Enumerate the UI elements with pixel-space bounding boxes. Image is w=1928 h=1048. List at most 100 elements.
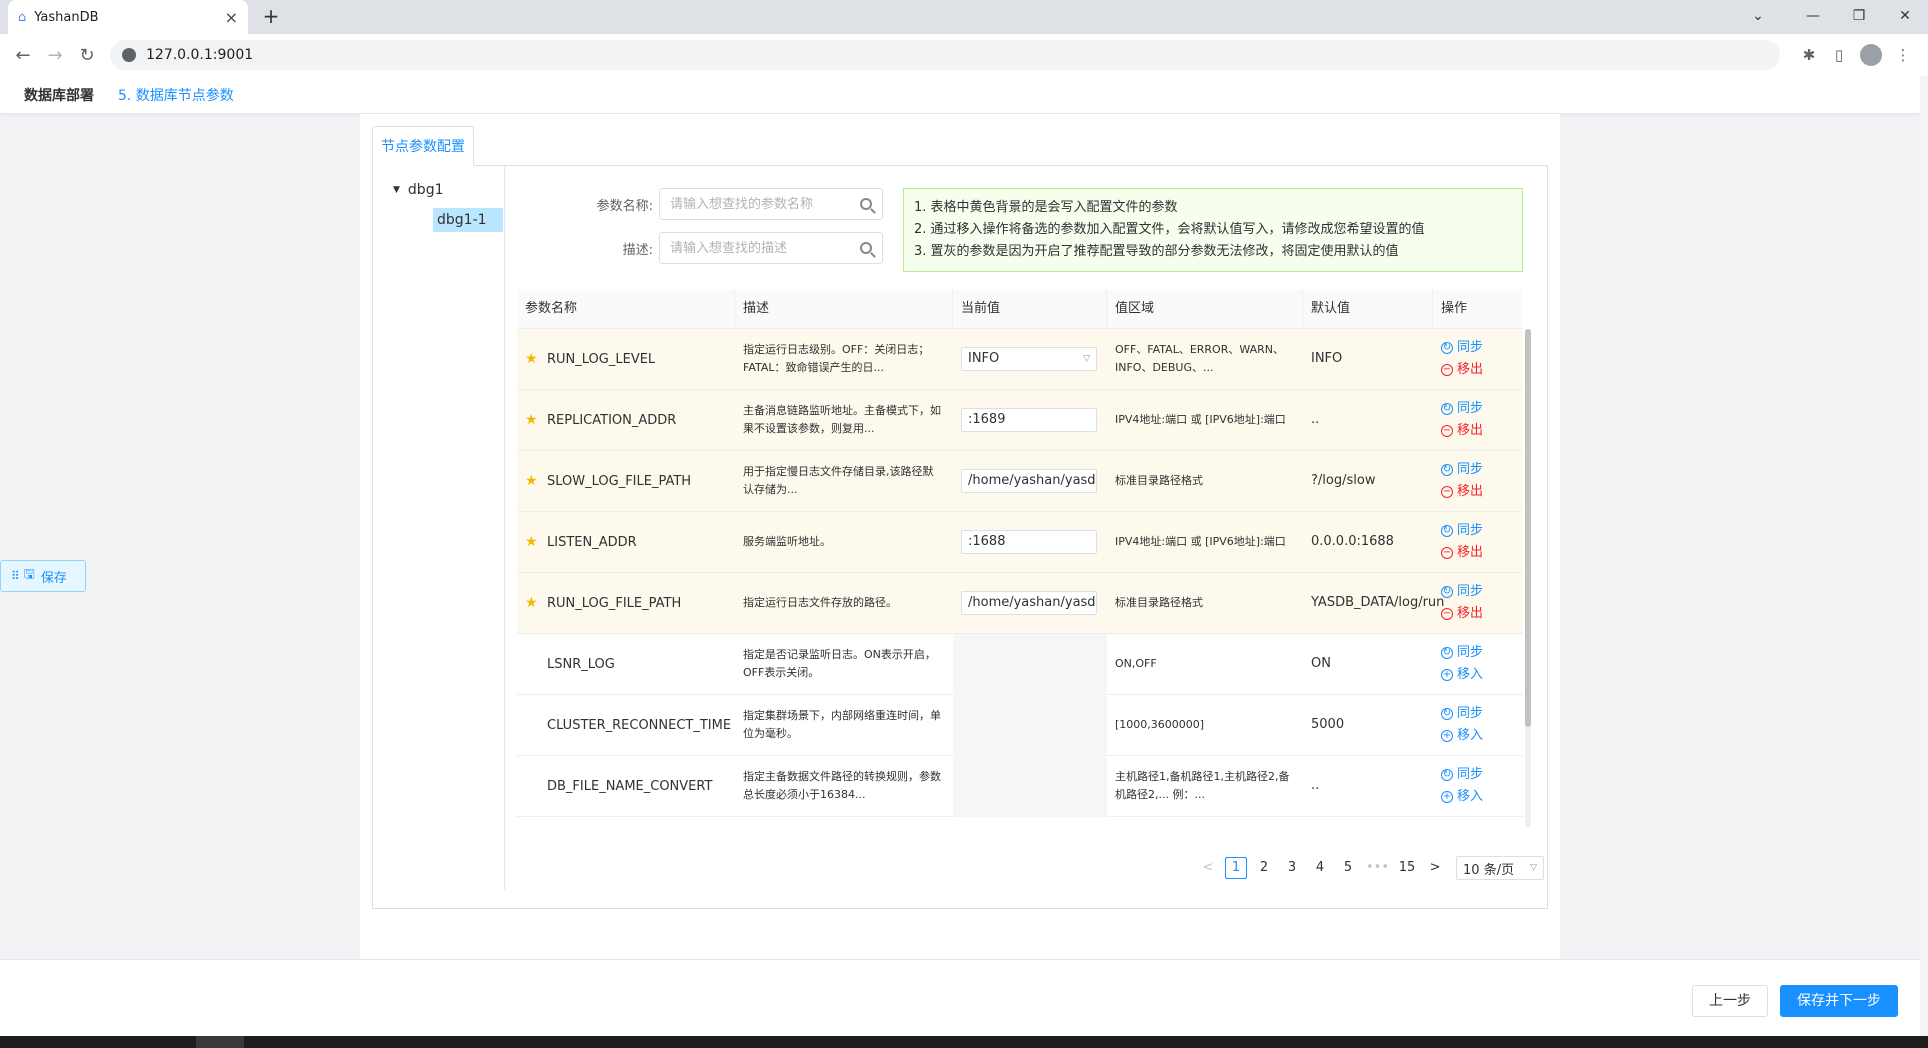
add-action[interactable]: + 移入 xyxy=(1441,787,1483,807)
drag-handle-icon[interactable]: ⠿ xyxy=(11,569,20,583)
param-default: 5000 xyxy=(1311,717,1345,732)
forward-button[interactable]: → xyxy=(42,45,68,66)
notice-line: 1. 表格中黄色背景的是会写入配置文件的参数 xyxy=(914,200,1178,215)
col-header-ops: 操作 xyxy=(1441,300,1468,316)
profile-avatar[interactable] xyxy=(1860,44,1882,66)
sync-action[interactable]: ↻ 同步 xyxy=(1441,399,1483,419)
page-2[interactable]: 2 xyxy=(1253,857,1275,879)
current-value: /home/yashan/yasdb xyxy=(968,473,1097,488)
tree-node-child[interactable]: dbg1-1 xyxy=(433,208,503,232)
current-value-select[interactable]: INFO ▽ xyxy=(961,347,1097,371)
restore-icon[interactable]: ❐ xyxy=(1836,0,1882,34)
new-tab-button[interactable]: + xyxy=(258,4,284,30)
remove-action[interactable]: − 移出 xyxy=(1441,543,1483,563)
sync-action[interactable]: ↻ 同步 xyxy=(1441,521,1483,541)
current-value-input[interactable]: :1689 xyxy=(961,408,1097,432)
float-save-button[interactable]: ⠿ 🖫 保存 xyxy=(0,560,86,592)
plus-circle-icon: + xyxy=(1441,791,1453,803)
cell-param-name: ★ RUN_LOG_FILE_PATH xyxy=(517,573,735,634)
cell-param-name: ★ REPLICATION_ADDR xyxy=(517,390,735,451)
add-label: 移入 xyxy=(1457,667,1484,682)
site-info-icon[interactable] xyxy=(122,48,136,62)
sync-action[interactable]: ↻ 同步 xyxy=(1441,338,1483,358)
remove-action[interactable]: − 移出 xyxy=(1441,604,1483,624)
table-row: ★ RUN_LOG_FILE_PATH 指定运行日志文件存放的路径。 /home/ya… xyxy=(517,573,1523,634)
taskbar-item[interactable] xyxy=(196,1036,244,1048)
sync-action[interactable]: ↻ 同步 xyxy=(1441,582,1483,602)
param-name-search[interactable] xyxy=(659,188,883,220)
desc-input[interactable] xyxy=(670,240,850,256)
current-step[interactable]: 5. 数据库节点参数 xyxy=(118,85,234,105)
sync-action[interactable]: ↻ 同步 xyxy=(1441,460,1483,480)
cell-ops: ↻ 同步 − 移出 xyxy=(1433,329,1523,390)
cell-range: OFF、FATAL、ERROR、WARN、INFO、DEBUG、... xyxy=(1107,329,1303,390)
sync-action[interactable]: ↻ 同步 xyxy=(1441,765,1483,785)
add-action[interactable]: + 移入 xyxy=(1441,726,1483,746)
minus-circle-icon: − xyxy=(1441,547,1453,559)
sync-action[interactable]: ↻ 同步 xyxy=(1441,643,1483,663)
prev-step-button[interactable]: 上一步 xyxy=(1692,985,1768,1017)
param-default: ?/log/slow xyxy=(1311,473,1376,488)
current-value-input[interactable]: :1688 xyxy=(961,530,1097,554)
remove-action[interactable]: − 移出 xyxy=(1441,421,1483,441)
menu-kebab-icon[interactable]: ⋮ xyxy=(1888,46,1918,64)
page-1[interactable]: 1 xyxy=(1225,857,1247,879)
back-button[interactable]: ← xyxy=(10,45,36,66)
table-body: ★ RUN_LOG_LEVEL 指定运行日志级别。OFF：关闭日志；FATAL：致命… xyxy=(517,329,1523,817)
tab-node-params[interactable]: 节点参数配置 xyxy=(372,126,474,166)
filter-name-label: 参数名称: xyxy=(596,198,653,214)
param-name: LSNR_LOG xyxy=(547,656,615,672)
page-ellipsis[interactable]: ••• xyxy=(1365,857,1390,879)
desc-search[interactable] xyxy=(659,232,883,264)
remove-action[interactable]: − 移出 xyxy=(1441,360,1483,380)
search-icon[interactable] xyxy=(860,198,872,210)
page-last[interactable]: 15 xyxy=(1396,857,1418,879)
remove-action[interactable]: − 移出 xyxy=(1441,482,1483,502)
add-action[interactable]: + 移入 xyxy=(1441,665,1483,685)
filters: 参数名称: 描述: xyxy=(533,188,933,276)
save-next-button[interactable]: 保存并下一步 xyxy=(1780,985,1898,1017)
next-page-button[interactable]: > xyxy=(1424,857,1446,879)
table-scrollbar[interactable] xyxy=(1525,329,1531,827)
sync-action[interactable]: ↻ 同步 xyxy=(1441,704,1483,724)
cell-ops: ↻ 同步 + 移入 xyxy=(1433,634,1523,695)
caret-down-icon[interactable]: ▼ xyxy=(393,178,400,202)
tree-node-root[interactable]: ▼ dbg1 xyxy=(373,178,504,202)
current-value-input[interactable]: /home/yashan/yasdb xyxy=(961,591,1097,615)
param-range: IPV4地址:端口 或 [IPV6地址]:端口 xyxy=(1115,413,1286,426)
param-range: IPV4地址:端口 或 [IPV6地址]:端口 xyxy=(1115,535,1286,548)
page-scrollbar[interactable] xyxy=(1920,76,1928,1036)
side-panel-icon[interactable]: ▯ xyxy=(1824,46,1854,64)
table-row: ★ SLOW_LOG_FILE_PATH 用于指定慢日志文件存储目录,该路径默认存储… xyxy=(517,451,1523,512)
cell-current xyxy=(953,694,1107,756)
pagination: < 1 2 3 4 5 ••• 15 > 10 条/页 ▽ xyxy=(1197,856,1545,880)
prev-page-button[interactable]: < xyxy=(1197,857,1219,879)
cell-param-name: ★ SLOW_LOG_FILE_PATH xyxy=(517,451,735,512)
tab-close-icon[interactable]: × xyxy=(225,8,238,27)
remove-label: 移出 xyxy=(1457,606,1484,621)
reload-button[interactable]: ↻ xyxy=(74,45,100,66)
page-4[interactable]: 4 xyxy=(1309,857,1331,879)
remove-label: 移出 xyxy=(1457,545,1484,560)
param-name-input[interactable] xyxy=(670,196,850,212)
cell-desc: 服务端监听地址。 xyxy=(735,512,953,573)
os-taskbar xyxy=(0,1036,1928,1048)
extensions-icon[interactable]: ✱ xyxy=(1794,46,1824,64)
search-icon[interactable] xyxy=(860,242,872,254)
current-value-input[interactable]: /home/yashan/yasdb xyxy=(961,469,1097,493)
page-5[interactable]: 5 xyxy=(1337,857,1359,879)
page-3[interactable]: 3 xyxy=(1281,857,1303,879)
close-window-icon[interactable]: ✕ xyxy=(1882,0,1928,34)
sync-icon: ↻ xyxy=(1441,769,1453,781)
tab-search-icon[interactable]: ⌄ xyxy=(1738,0,1778,34)
filter-desc-label: 描述: xyxy=(622,242,653,258)
browser-tab[interactable]: ⌂ YashanDB × xyxy=(8,0,248,34)
table-scrollbar-thumb[interactable] xyxy=(1525,329,1531,727)
page-size-select[interactable]: 10 条/页 ▽ xyxy=(1456,856,1545,880)
notice-line: 2. 通过移入操作将备选的参数加入配置文件，会将默认值写入，请修改成您希望设置的… xyxy=(914,222,1425,237)
minimize-icon[interactable]: — xyxy=(1790,0,1836,34)
sync-label: 同步 xyxy=(1457,584,1484,599)
cell-default: YASDB_DATA/log/run xyxy=(1303,573,1444,634)
url-field[interactable]: 127.0.0.1:9001 xyxy=(110,40,1780,70)
params-table: 参数名称 描述 当前值 值区域 默认值 操作 ★ RUN_LOG_LEVEL 指定运… xyxy=(517,289,1523,827)
